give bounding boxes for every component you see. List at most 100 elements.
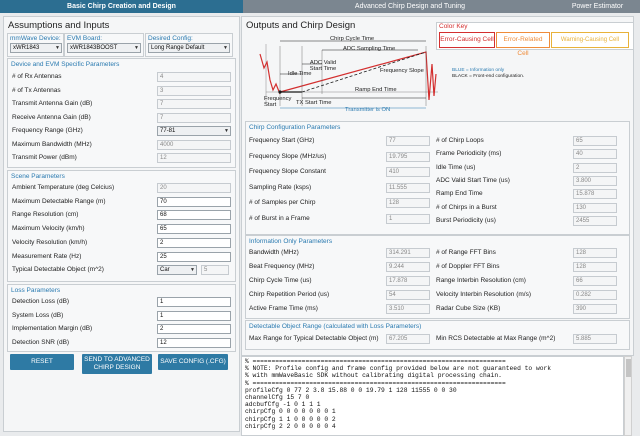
chirp-left-label-1: Frequency Slope (MHz/us): [249, 152, 327, 160]
device-label-3: Receive Antenna Gain (dB): [12, 113, 91, 121]
tx-start-time-label: TX Start Time: [296, 100, 332, 106]
chirp-right-value-2: 2: [573, 162, 617, 173]
chevron-down-icon: ▼: [224, 128, 229, 134]
loss-label-3: Detection SNR (dB): [12, 338, 70, 346]
evm-board-select[interactable]: xWR1843BOOST ▼: [67, 43, 141, 53]
adc-sampling-time-label: ADC Sampling Time: [343, 46, 396, 52]
info-right-label-0: # of Range FFT Bins: [436, 249, 496, 256]
info-left-label-4: Active Frame Time (ms): [249, 305, 318, 312]
info-right-label-3: Velocity Interbin Resolution (m/s): [436, 291, 532, 298]
console-scroll-thumb[interactable]: [626, 359, 631, 377]
min-rcs-label: Min RCS Detectable at Max Range (m^2): [436, 335, 556, 342]
loss-value-2[interactable]: 2: [157, 324, 231, 334]
loss-label-2: Implementation Margin (dB): [12, 325, 93, 332]
chirp-left-label-2: Frequency Slope Constant: [249, 168, 326, 175]
chirp-right-value-6: 2455: [573, 215, 617, 226]
chirp-section-title: Chirp Configuration Parameters: [249, 124, 341, 131]
loss-value-3[interactable]: 12: [157, 337, 231, 348]
tab-advanced-chirp[interactable]: Advanced Chirp Design and Tuning: [330, 0, 490, 13]
device-value-1: 3: [157, 85, 231, 96]
info-left-label-3: Chirp Repetition Period (us): [249, 291, 330, 298]
chirp-right-value-5: 130: [573, 202, 617, 213]
console-line: % ======================================…: [245, 358, 506, 365]
chirp-right-label-4: Ramp End Time: [436, 190, 483, 198]
scene-value-1[interactable]: 70: [157, 196, 231, 207]
frequency-start-label: Frequency Start: [264, 96, 292, 108]
device-select-text-4: 77-81: [160, 128, 176, 134]
console-line: profileCfg 0 77 2 3.8 15.88 0 0 19.79 1 …: [245, 386, 457, 394]
legend-black: BLACK = Front-end configuration.: [452, 74, 525, 79]
info-right-value-4: 390: [573, 304, 617, 314]
send-to-advanced-button[interactable]: SEND TO ADVANCED CHIRP DESIGN: [82, 354, 152, 374]
chirp-right-value-1: 40: [573, 149, 617, 160]
chirp-left-label-5: # of Burst in a Frame: [249, 214, 310, 222]
idle-time-label: Idle Time: [288, 71, 312, 77]
desired-config-label: Desired Config:: [148, 35, 193, 42]
device-value-0: 4: [157, 72, 231, 82]
error-related-cell-key: Error-Related Cell: [496, 32, 550, 57]
chirp-right-label-6: Burst Periodicity (us): [436, 216, 496, 224]
legend-blue: BLUE = Information only: [452, 68, 505, 73]
transmitter-on-label: Transmitter is ON: [345, 107, 391, 113]
tab-power-estimator[interactable]: Power Estimator: [560, 0, 635, 13]
loss-label-0: Detection Loss (dB): [12, 298, 70, 305]
device-value-3: 7: [157, 112, 231, 123]
loss-value-0[interactable]: 1: [157, 297, 231, 307]
console-scrollbar[interactable]: [624, 356, 632, 436]
device-value-6: 12: [157, 153, 231, 163]
max-range-value: 67.205: [386, 334, 430, 344]
console-line: chirpCfg 1 1 0 0 0 0 0 2: [245, 415, 336, 423]
device-label-6: Transmit Power (dBm): [12, 154, 77, 161]
info-left-label-1: Beat Frequency (MHz): [249, 263, 315, 270]
scene-value2-6: 5: [201, 265, 229, 276]
ramp-end-time-label: Ramp End Time: [355, 87, 397, 93]
chirp-left-value-1: 19.795: [386, 151, 430, 162]
chirp-right-label-0: # of Chirp Loops: [436, 137, 484, 144]
scene-label-5: Measurement Rate (Hz): [12, 252, 82, 260]
chevron-down-icon: ▼: [55, 45, 60, 51]
scene-value-4[interactable]: 2: [157, 237, 231, 248]
desired-config-select[interactable]: Long Range Default ▼: [148, 43, 230, 53]
config-output-console[interactable]: % ======================================…: [241, 356, 624, 436]
info-left-value-0: 314.291: [386, 248, 430, 258]
scene-value-6[interactable]: Car ▼: [157, 265, 197, 276]
scene-value-0: 20: [157, 183, 231, 193]
device-value-4[interactable]: 77-81 ▼: [157, 126, 231, 136]
chirp-right-label-5: # of Chirps in a Burst: [436, 203, 497, 211]
chirp-right-value-3: 3.800: [573, 175, 617, 186]
console-line: % NOTE: Profile config and frame config …: [245, 365, 552, 373]
scene-label-1: Maximum Detectable Range (m): [12, 197, 106, 205]
console-line: chirpCfg 2 2 0 0 0 0 0 4: [245, 422, 336, 430]
chirp-left-value-4: 128: [386, 198, 430, 208]
mmwave-device-select[interactable]: xWR1843 ▼: [10, 43, 62, 53]
inputs-title: Assumptions and Inputs: [8, 20, 110, 31]
info-left-value-1: 9.244: [386, 262, 430, 272]
info-section-title: Information Only Parameters: [249, 238, 333, 245]
info-right-label-2: Range Interbin Resolution (cm): [436, 277, 526, 284]
device-label-2: Transmit Antenna Gain (dB): [12, 100, 93, 107]
scene-label-6: Typical Detectable Object (m^2): [12, 266, 104, 274]
scene-select-text-6: Car: [160, 267, 170, 274]
loss-value-1[interactable]: 1: [157, 310, 231, 321]
detect-section-title: Detectable Object Range (calculated with…: [249, 323, 422, 330]
reset-button[interactable]: RESET: [10, 354, 74, 370]
device-label-1: # of Tx Antennas: [12, 86, 61, 94]
save-config-button[interactable]: SAVE CONFIG (.CFG): [158, 354, 228, 370]
info-right-value-1: 128: [573, 262, 617, 272]
info-right-label-4: Radar Cube Size (KB): [436, 305, 501, 312]
evm-board-label: EVM Board:: [67, 35, 103, 42]
chirp-right-label-1: Frame Periodicity (ms): [436, 150, 502, 158]
device-value-5: 4000: [157, 139, 231, 150]
scene-value-3[interactable]: 65: [157, 224, 231, 235]
scene-value-2[interactable]: 68: [157, 210, 231, 221]
tab-basic-chirp[interactable]: Basic Chirp Creation and Design: [0, 0, 243, 13]
chevron-down-icon: ▼: [134, 45, 139, 51]
loss-label-1: System Loss (dB): [12, 311, 64, 319]
device-value-2: 7: [157, 99, 231, 109]
info-right-label-1: # of Doppler FFT Bins: [436, 263, 500, 270]
scene-section-title: Scene Parameters: [11, 173, 65, 180]
frequency-slope-label: Frequency Slope: [380, 68, 424, 74]
outputs-title: Outputs and Chirp Design: [246, 20, 356, 31]
scene-label-2: Range Resolution (cm): [12, 211, 79, 219]
scene-value-5[interactable]: 25: [157, 251, 231, 262]
